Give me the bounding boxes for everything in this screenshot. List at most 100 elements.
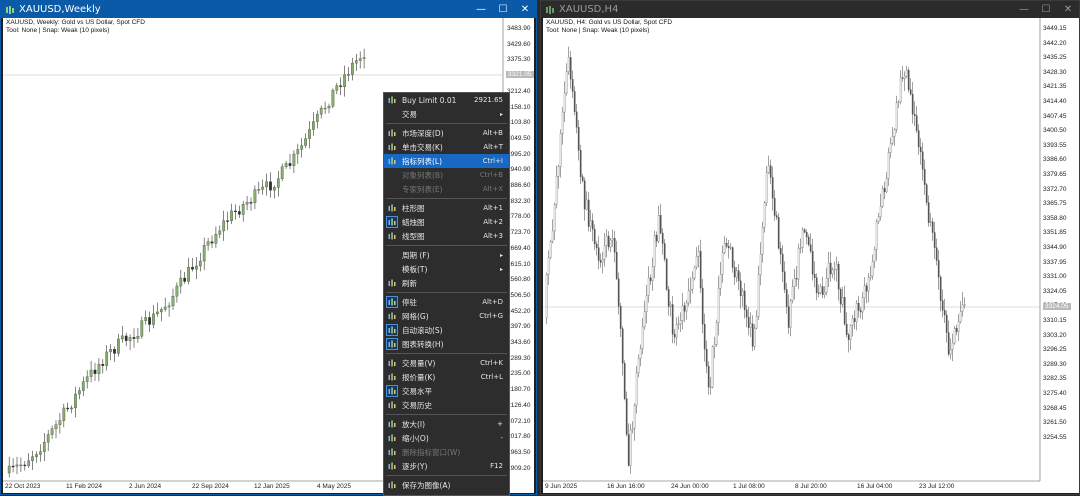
submenu-arrow-icon: ▸ xyxy=(499,265,503,273)
price-label: 2778.00 xyxy=(507,213,531,221)
menu-item-shortcut: Alt+2 xyxy=(483,218,503,226)
menu-item[interactable]: 报价量(K) Ctrl+L xyxy=(384,370,509,384)
menu-item-label: 对象列表(B) xyxy=(402,170,443,180)
menu-item[interactable]: 自动滚动(S) xyxy=(384,323,509,337)
menu-item-label: 报价量(K) xyxy=(402,372,436,382)
menu-item-shortcut: Alt+X xyxy=(482,185,503,193)
price-label: 3261.50 xyxy=(1043,419,1067,427)
price-label: 3400.50 xyxy=(1043,127,1067,135)
volumes-icon xyxy=(387,358,397,368)
menu-item-label: 自动滚动(S) xyxy=(402,325,443,335)
price-label: 3483.90 xyxy=(507,25,531,32)
menu-item-label: 缩小(O) xyxy=(402,433,429,443)
menu-item-shortcut: - xyxy=(500,434,503,442)
menu-item[interactable]: 保存为图像(A) xyxy=(384,478,509,492)
menu-item[interactable]: 市场深度(D) Alt+B xyxy=(384,126,509,140)
menu-item[interactable]: 交易历史 xyxy=(384,398,509,412)
price-label: 2072.10 xyxy=(507,417,531,425)
menu-item-label: 周期 (F) xyxy=(402,250,430,260)
tick-volumes-icon xyxy=(387,372,397,382)
date-label: 8 Jul 20:00 xyxy=(795,483,827,490)
trade-history-icon xyxy=(387,400,397,410)
menu-item: 专家列表(E) Alt+X xyxy=(384,182,509,196)
price-label: 3375.30 xyxy=(507,56,531,64)
menu-item[interactable]: 模板(T) ▸ xyxy=(384,262,509,276)
price-label: 3379.65 xyxy=(1043,171,1067,178)
zoom-out-icon xyxy=(387,433,397,443)
bar-chart-icon xyxy=(387,203,397,213)
price-label: 2126.40 xyxy=(507,401,531,409)
price-label: 3254.55 xyxy=(1043,433,1067,441)
menu-item-label: 专家列表(E) xyxy=(402,184,443,194)
price-label: 2180.70 xyxy=(507,386,531,394)
menu-item[interactable]: 交易量(V) Ctrl+K xyxy=(384,356,509,370)
chart-window-icon xyxy=(6,5,14,14)
menu-item[interactable]: 指标列表(L) Ctrl+I xyxy=(384,154,509,168)
menu-item[interactable]: 缩小(O) - xyxy=(384,431,509,445)
date-label: 2 Jun 2024 xyxy=(129,483,162,490)
price-label: 3310.15 xyxy=(1043,317,1067,324)
price-label: 3365.75 xyxy=(1043,200,1067,208)
menu-item[interactable]: Buy Limit 0.01 2921.65 xyxy=(384,93,509,107)
menu-item-label: 删除指标窗口(W) xyxy=(402,447,461,457)
menu-separator xyxy=(386,292,507,293)
price-label: 3421.35 xyxy=(1043,83,1067,91)
maximize-icon[interactable]: ☐ xyxy=(1035,1,1057,18)
menu-item[interactable]: 图表转换(H) xyxy=(384,337,509,351)
chart-window-weekly[interactable]: XAUUSD,Weekly — ☐ ✕ XAUUSD, Weekly: Gold… xyxy=(0,0,537,496)
chart-canvas[interactable]: XAUUSD, H4: Gold vs US Dollar, Spot CFD … xyxy=(543,18,1079,493)
menu-item-label: 指标列表(L) xyxy=(402,156,443,166)
menu-item[interactable]: 柱形图 Alt+1 xyxy=(384,201,509,215)
current-price-tag: 3324.05 xyxy=(1043,303,1071,310)
price-label: 3393.55 xyxy=(1043,141,1067,149)
menu-item[interactable]: 蜡烛图 Alt+2 xyxy=(384,215,509,229)
price-label: 3435.25 xyxy=(1043,54,1067,62)
menu-item[interactable]: 单击交易(K) Alt+T xyxy=(384,140,509,154)
price-label: 2017.80 xyxy=(507,433,531,441)
menu-item-shortcut: F12 xyxy=(490,462,503,470)
menu-item[interactable]: 放大(I) + xyxy=(384,417,509,431)
titlebar[interactable]: XAUUSD,H4 — ☐ ✕ xyxy=(541,1,1079,18)
price-label: 3372.70 xyxy=(1043,185,1067,193)
price-label: 3296.25 xyxy=(1043,346,1067,354)
price-label: 3344.90 xyxy=(1043,244,1067,251)
close-icon[interactable]: ✕ xyxy=(1057,1,1079,18)
menu-item[interactable]: 逐步(Y) F12 xyxy=(384,459,509,473)
price-label: 3282.35 xyxy=(1043,375,1067,383)
menu-item[interactable]: 网格(G) Ctrl+G xyxy=(384,309,509,323)
dock-icon xyxy=(386,296,398,308)
indicators-list-icon xyxy=(387,156,397,166)
price-label: 3289.30 xyxy=(1043,360,1067,368)
grid-icon xyxy=(387,311,397,321)
menu-item[interactable]: 线型图 Alt+3 xyxy=(384,229,509,243)
price-label: 3442.20 xyxy=(1043,39,1067,47)
maximize-icon[interactable]: ☐ xyxy=(492,1,514,18)
menu-item-label: 网格(G) xyxy=(402,311,429,321)
chart-window-h4[interactable]: XAUUSD,H4 — ☐ ✕ XAUUSD, H4: Gold vs US D… xyxy=(540,0,1080,495)
date-label: 11 Feb 2024 xyxy=(66,483,103,490)
step-icon xyxy=(387,461,397,471)
menu-item-label: 柱形图 xyxy=(402,203,425,213)
current-price-tag: 3321.05 xyxy=(506,71,534,78)
menu-item[interactable]: 交易水平 xyxy=(384,384,509,398)
candlestick-icon xyxy=(386,216,398,228)
chart-info: XAUUSD, H4: Gold vs US Dollar, Spot CFD … xyxy=(546,19,672,34)
symbol-info: XAUUSD, Weekly: Gold vs US Dollar, Spot … xyxy=(6,19,145,26)
price-label: 3103.80 xyxy=(507,119,531,127)
titlebar[interactable]: XAUUSD,Weekly — ☐ ✕ xyxy=(1,1,536,18)
menu-item-shortcut: Ctrl+K xyxy=(480,359,503,367)
menu-item[interactable]: 周期 (F) ▸ xyxy=(384,248,509,262)
autoscroll-icon xyxy=(386,324,398,336)
menu-item-label: Buy Limit 0.01 xyxy=(402,95,457,105)
date-label: 16 Jun 16:00 xyxy=(607,483,645,490)
close-icon[interactable]: ✕ xyxy=(514,1,536,18)
menu-item[interactable]: 刷新 xyxy=(384,276,509,290)
minimize-icon[interactable]: — xyxy=(1013,1,1035,18)
menu-item[interactable]: 交易 ▸ xyxy=(384,107,509,121)
context-menu[interactable]: Buy Limit 0.01 2921.65 交易 ▸ 市场深度(D) Alt+B 单击交易… xyxy=(383,92,510,496)
price-label: 3049.50 xyxy=(507,134,531,142)
date-label: 9 Jun 2025 xyxy=(545,483,578,490)
minimize-icon[interactable]: — xyxy=(470,1,492,18)
menu-item: 删除指标窗口(W) xyxy=(384,445,509,459)
menu-item[interactable]: 停驻 Alt+D xyxy=(384,295,509,309)
